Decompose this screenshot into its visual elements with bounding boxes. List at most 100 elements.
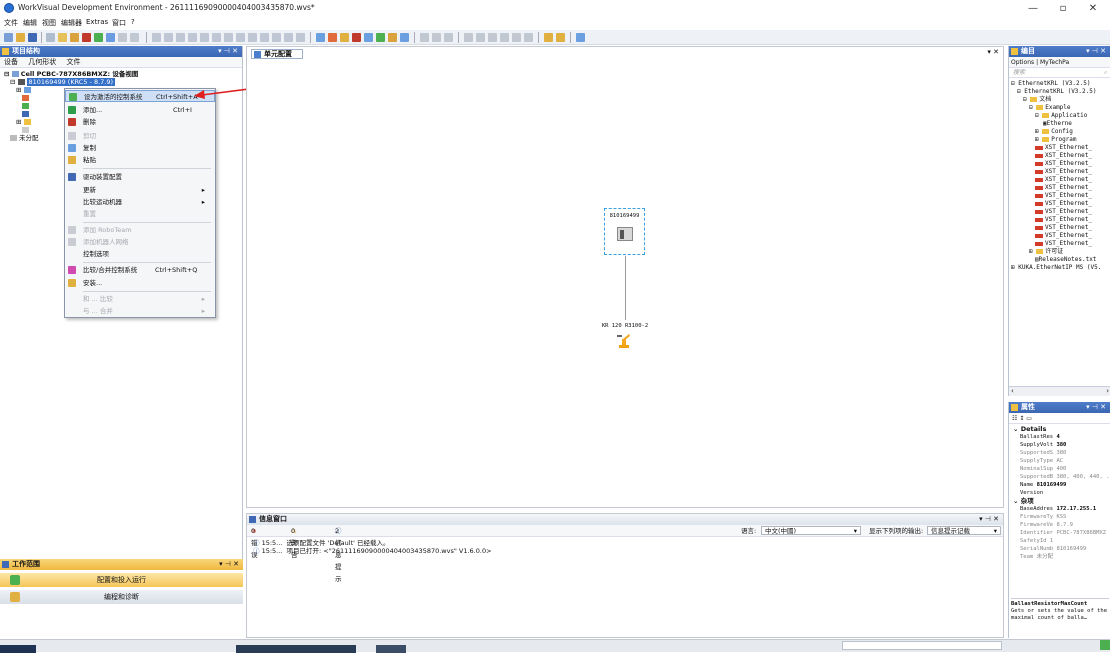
menu-extras[interactable]: Extras (86, 18, 108, 26)
tree-node-cell[interactable]: ⊟ Cell PCBC-787X86BMXZ: 设备视图 (4, 70, 138, 78)
robot-arm-icon[interactable] (616, 332, 632, 348)
tool-icon[interactable] (432, 33, 441, 42)
tool-icon[interactable] (376, 33, 385, 42)
property-row[interactable]: Identifier PCBC-787X86BMXZ (1009, 530, 1110, 537)
tree-node-controller[interactable]: ⊟ 810169499 (KRC5 - 8.7.9) (10, 78, 116, 86)
sort-icon[interactable]: ↕ (1019, 415, 1024, 422)
panel-controls[interactable]: ▾ ⊣ ✕ (219, 559, 239, 570)
tool-icon[interactable] (556, 33, 565, 42)
catalog-node[interactable]: XST_Ethernet_ (1035, 184, 1092, 192)
menu-item-delete[interactable]: 删除 (65, 116, 215, 128)
minimize-button[interactable]: — (1018, 1, 1048, 16)
controller-node[interactable]: 810169499 (604, 208, 645, 255)
pages-icon[interactable]: ▭ (1026, 415, 1032, 422)
workspace-config-commissioning[interactable]: 配置和投入运行 (0, 573, 243, 587)
property-row[interactable]: BaseAddres 172.17.255.1 (1009, 506, 1110, 513)
tool-icon[interactable] (400, 33, 409, 42)
editor-controls[interactable]: ▾ ✕ (987, 48, 999, 56)
tab-mytechpackages[interactable]: MyTechPa (1040, 59, 1069, 66)
catalog-node[interactable]: VST_Ethernet_ (1035, 200, 1092, 208)
menu-item-compare-with[interactable]: 和 ... 比较 ▸ (65, 293, 215, 305)
property-row[interactable]: NominalSup 400 (1009, 466, 1110, 473)
tool-icon[interactable] (224, 33, 233, 42)
tab-cell-config[interactable]: 单元配置 (251, 49, 303, 59)
tool-icon[interactable] (544, 33, 553, 42)
tab-files[interactable]: 文件 (66, 58, 80, 66)
tool-icon[interactable] (444, 33, 453, 42)
catalog-node[interactable]: XST_Ethernet_ (1035, 176, 1092, 184)
tool-icon[interactable] (200, 33, 209, 42)
menu-window[interactable]: 窗口 (112, 18, 126, 28)
tool-icon[interactable] (152, 33, 161, 42)
property-row[interactable]: SafetyId 1 (1009, 538, 1110, 545)
tool-icon[interactable] (296, 33, 305, 42)
tool-icon[interactable] (352, 33, 361, 42)
catalog-node[interactable]: ⊟ Example (1029, 104, 1071, 112)
tool-icon[interactable] (464, 33, 473, 42)
tree-node-child[interactable] (22, 110, 31, 118)
tool-icon[interactable] (328, 33, 337, 42)
catalog-node[interactable]: ⊟ EthernetKRL (V3.2.5) (1011, 80, 1090, 88)
cut-icon[interactable] (46, 33, 55, 42)
property-row[interactable]: Team 未分配 (1009, 554, 1110, 561)
catalog-node[interactable]: XST_Ethernet_ (1035, 168, 1092, 176)
panel-controls[interactable]: ▾ ⊣ ✕ (1086, 46, 1106, 57)
tool-icon[interactable] (212, 33, 221, 42)
output-select[interactable]: 信息提示记载 ▾ (927, 526, 1001, 535)
menu-item-compare-merge[interactable]: 比较/合并控制系统 Ctrl+Shift+Q (65, 264, 215, 276)
menu-item-control-options[interactable]: 控制选项 (65, 248, 215, 260)
catalog-node[interactable]: ⊞ Program (1035, 136, 1077, 144)
tool-icon[interactable] (420, 33, 429, 42)
paste-icon[interactable] (70, 33, 79, 42)
catalog-node[interactable]: XST_Ethernet_ (1035, 160, 1092, 168)
property-row[interactable]: SerialNumb 810169499 (1009, 546, 1110, 553)
property-row[interactable]: SupplyType AC (1009, 458, 1110, 465)
property-row[interactable]: FirmwareVe 8.7.9 (1009, 522, 1110, 529)
tool-icon[interactable] (488, 33, 497, 42)
add-icon[interactable] (94, 33, 103, 42)
tool-icon[interactable] (388, 33, 397, 42)
tool-icon[interactable] (176, 33, 185, 42)
menu-item-add[interactable]: 添加... Ctrl+I (65, 104, 215, 116)
menu-item-compare-kinematics[interactable]: 比较运动机器 ▸ (65, 196, 215, 208)
tool-icon[interactable] (236, 33, 245, 42)
close-button[interactable]: ✕ (1078, 1, 1108, 16)
save-icon[interactable] (28, 33, 37, 42)
tool-icon[interactable] (316, 33, 325, 42)
info-message[interactable]: ⓘ 15:5... 项目已打开: <"261111690900004040034… (253, 547, 492, 555)
tool-icon[interactable] (476, 33, 485, 42)
tree-node-child[interactable] (22, 102, 31, 110)
panel-controls[interactable]: ▾ ⊣ ✕ (1086, 402, 1106, 413)
catalog-node[interactable]: ▤ReleaseNotes.txt (1035, 256, 1096, 264)
tool-icon[interactable] (260, 33, 269, 42)
tool-icon[interactable] (364, 33, 373, 42)
tab-devices[interactable]: 设备 (4, 58, 18, 66)
catalog-node[interactable]: ⊞ 许可证 (1029, 248, 1063, 256)
property-row[interactable]: BallastRes 4 (1009, 434, 1110, 441)
menu-item-paste[interactable]: 粘贴 (65, 154, 215, 166)
new-icon[interactable] (4, 33, 13, 42)
tool-icon[interactable] (284, 33, 293, 42)
catalog-node[interactable]: VST_Ethernet_ (1035, 192, 1092, 200)
tab-geometry[interactable]: 几何形状 (28, 58, 56, 66)
property-row[interactable]: SupportedS 380 (1009, 450, 1110, 457)
tool-icon[interactable] (272, 33, 281, 42)
tab-options[interactable]: Options (1011, 59, 1034, 66)
tool-icon[interactable] (188, 33, 197, 42)
catalog-node[interactable]: ⊞ KUKA.EtherNetIP MS (V5. (1011, 264, 1101, 272)
open-icon[interactable] (16, 33, 25, 42)
redo-icon[interactable] (130, 33, 139, 42)
tree-node-child[interactable]: ⊞ (16, 118, 33, 126)
catalog-node[interactable]: XST_Ethernet_ (1035, 152, 1092, 160)
tool-icon[interactable] (524, 33, 533, 42)
tool-icon[interactable] (576, 33, 585, 42)
tool-icon[interactable] (248, 33, 257, 42)
catalog-node[interactable]: VST_Ethernet_ (1035, 240, 1092, 248)
tree-node-child[interactable]: ⊞ (16, 86, 33, 94)
categorized-icon[interactable]: ☷ (1012, 415, 1017, 422)
catalog-scrollbar[interactable]: ‹ › (1009, 386, 1110, 396)
catalog-search-input[interactable]: 搜索 ⌕ (1009, 68, 1110, 78)
chevron-right-icon[interactable]: › (1106, 387, 1109, 395)
catalog-node[interactable]: ⊟ Applicatio (1035, 112, 1087, 120)
menu-view[interactable]: 视图 (42, 18, 56, 28)
